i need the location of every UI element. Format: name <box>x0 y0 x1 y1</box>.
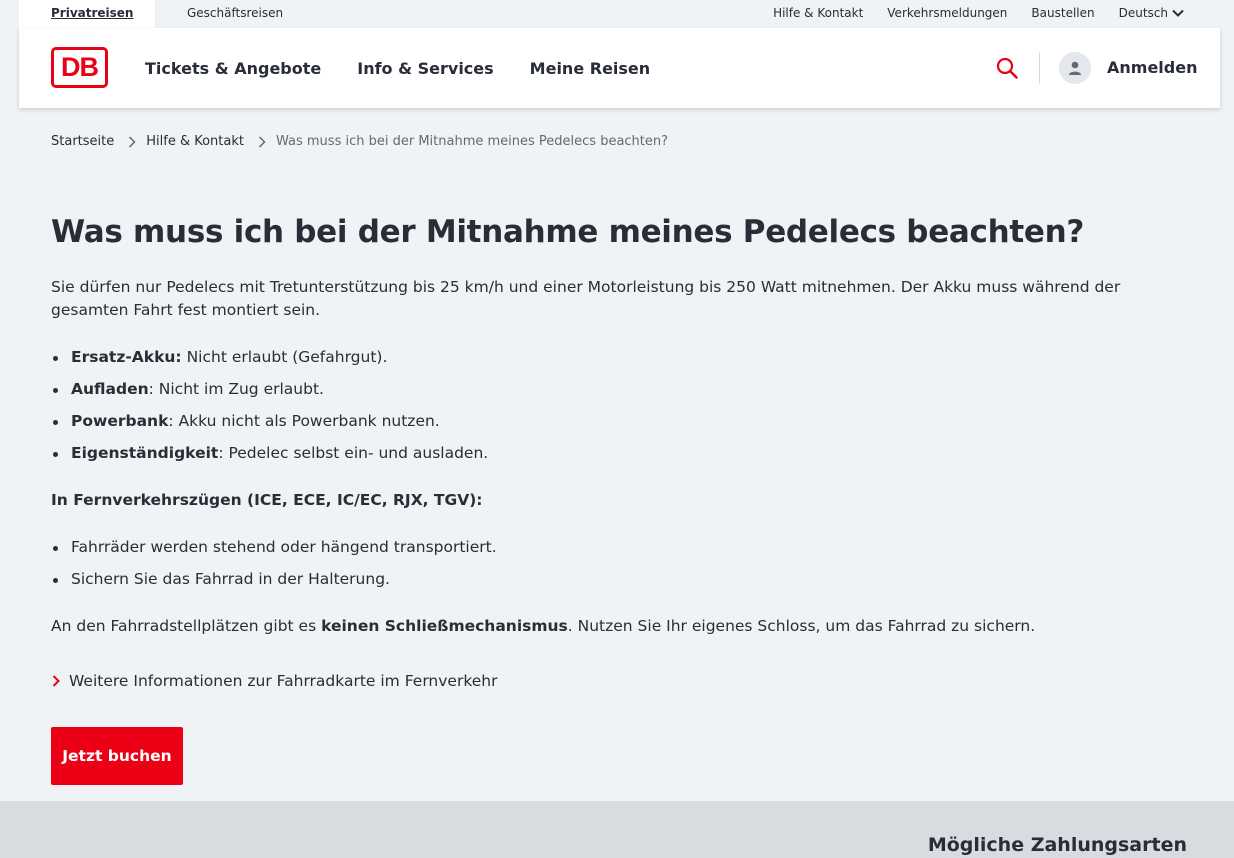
construction-link[interactable]: Baustellen <box>1031 0 1094 26</box>
breadcrumb-current: Was muss ich bei der Mitnahme meines Ped… <box>276 134 669 149</box>
rule-term: Eigenständigkeit <box>71 444 219 462</box>
traffic-reports-link[interactable]: Verkehrsmeldungen <box>887 0 1007 26</box>
rule-text: Nicht erlaubt (Gefahrgut). <box>181 348 388 366</box>
main-header: DB Tickets & Angebote Info & Services Me… <box>19 28 1220 108</box>
header-divider <box>1039 52 1040 84</box>
nav-info-services[interactable]: Info & Services <box>357 59 493 78</box>
search-icon[interactable] <box>995 56 1019 80</box>
lock-text-bold: keinen Schließmechanismus <box>321 617 568 635</box>
article-content: Sie dürfen nur Pedelecs mit Tretunterstü… <box>51 276 1191 662</box>
db-logo[interactable]: DB <box>51 47 108 88</box>
list-item: Fahrräder werden stehend oder hängend tr… <box>51 536 1191 559</box>
lock-paragraph: An den Fahrradstellplätzen gibt es keine… <box>51 615 1191 638</box>
more-info-link[interactable]: Weitere Informationen zur Fahrradkarte i… <box>51 672 497 690</box>
meta-links: Hilfe & Kontakt Verkehrsmeldungen Bauste… <box>773 0 1185 26</box>
nav-my-trips[interactable]: Meine Reisen <box>530 59 651 78</box>
list-item: Ersatz-Akku: Nicht erlaubt (Gefahrgut). <box>51 346 1191 369</box>
rule-term: Aufladen <box>71 380 149 398</box>
breadcrumb: Startseite Hilfe & Kontakt Was muss ich … <box>51 134 668 149</box>
payment-heading: Mögliche Zahlungsarten <box>927 834 1187 856</box>
long-distance-subheading: In Fernverkehrszügen (ICE, ECE, IC/EC, R… <box>51 489 1191 512</box>
rule-term: Ersatz-Akku: <box>71 348 182 366</box>
breadcrumb-home[interactable]: Startseite <box>51 134 114 149</box>
login-button[interactable]: Anmelden <box>1107 28 1197 108</box>
tab-business-travel[interactable]: Geschäftsreisen <box>187 0 283 26</box>
list-item: Eigenständigkeit: Pedelec selbst ein- un… <box>51 442 1191 465</box>
more-info-label: Weitere Informationen zur Fahrradkarte i… <box>69 672 498 690</box>
long-distance-list: Fahrräder werden stehend oder hängend tr… <box>51 536 1191 591</box>
breadcrumb-help[interactable]: Hilfe & Kontakt <box>146 134 244 149</box>
book-now-button[interactable]: Jetzt buchen <box>51 727 183 785</box>
rules-list: Ersatz-Akku: Nicht erlaubt (Gefahrgut). … <box>51 346 1191 465</box>
chevron-right-icon <box>128 135 136 148</box>
rule-text: : Nicht im Zug erlaubt. <box>148 380 324 398</box>
lock-text-before: An den Fahrradstellplätzen gibt es <box>51 617 322 635</box>
lock-text-after: . Nutzen Sie Ihr eigenes Schloss, um das… <box>567 617 1036 635</box>
list-item: Powerbank: Akku nicht als Powerbank nutz… <box>51 410 1191 433</box>
help-contact-link[interactable]: Hilfe & Kontakt <box>773 0 863 26</box>
language-selector[interactable]: Deutsch <box>1119 0 1185 26</box>
language-label: Deutsch <box>1118 6 1168 20</box>
list-item: Aufladen: Nicht im Zug erlaubt. <box>51 378 1191 401</box>
payment-section: Mögliche Zahlungsarten <box>0 801 1234 858</box>
rule-text: : Akku nicht als Powerbank nutzen. <box>168 412 440 430</box>
avatar[interactable] <box>1059 52 1091 84</box>
page-title: Was muss ich bei der Mitnahme meines Ped… <box>51 214 1085 250</box>
chevron-right-icon <box>52 675 60 687</box>
list-item: Sichern Sie das Fahrrad in der Halterung… <box>51 568 1191 591</box>
rule-text: : Pedelec selbst ein- und ausladen. <box>218 444 489 462</box>
meta-bar: Privatreisen Geschäftsreisen Hilfe & Kon… <box>19 0 1220 28</box>
chevron-right-icon <box>258 135 266 148</box>
rule-term: Powerbank <box>71 412 169 430</box>
intro-paragraph: Sie dürfen nur Pedelecs mit Tretunterstü… <box>51 278 1121 319</box>
user-icon <box>1069 61 1081 75</box>
nav-tickets[interactable]: Tickets & Angebote <box>145 59 321 78</box>
main-nav: Tickets & Angebote Info & Services Meine… <box>145 28 650 108</box>
chevron-down-icon <box>1172 9 1184 17</box>
subheading-text: In Fernverkehrszügen (ICE, ECE, IC/EC, R… <box>51 491 483 509</box>
tab-private-travel[interactable]: Privatreisen <box>19 0 155 28</box>
